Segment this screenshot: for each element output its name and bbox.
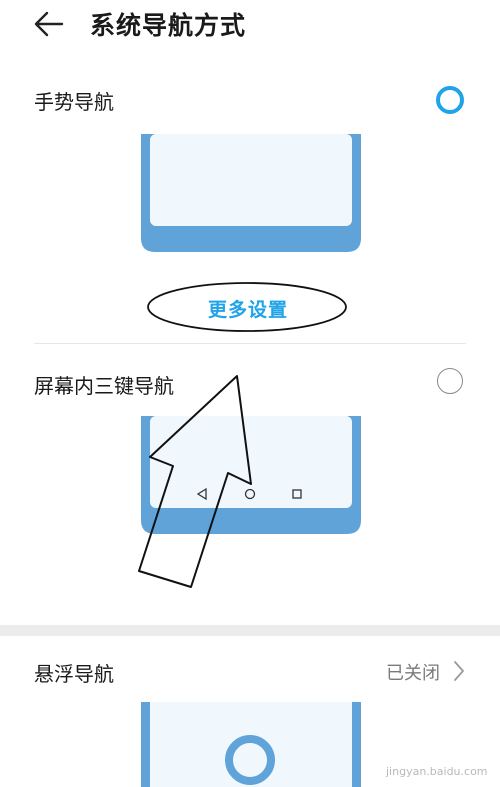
floating-nav-label[interactable]: 悬浮导航 [34, 658, 114, 687]
page-title: 系统导航方式 [90, 11, 247, 40]
gesture-nav-illustration [141, 134, 361, 252]
back-arrow-icon[interactable] [34, 11, 64, 37]
watermark: jingyan.baidu.com [386, 765, 488, 778]
annotation-arrow [138, 375, 252, 588]
header: 系统导航方式 [0, 0, 500, 56]
more-settings-link[interactable]: 更多设置 [208, 295, 288, 322]
divider [34, 343, 466, 344]
three-key-nav-radio[interactable] [437, 368, 463, 394]
floating-nav-illustration [141, 702, 361, 787]
section-separator [0, 625, 500, 636]
floating-nav-status[interactable]: 已关闭 [386, 659, 440, 685]
gesture-nav-radio[interactable] [436, 86, 464, 114]
chevron-right-icon[interactable] [452, 660, 466, 682]
gesture-nav-label[interactable]: 手势导航 [34, 86, 114, 115]
